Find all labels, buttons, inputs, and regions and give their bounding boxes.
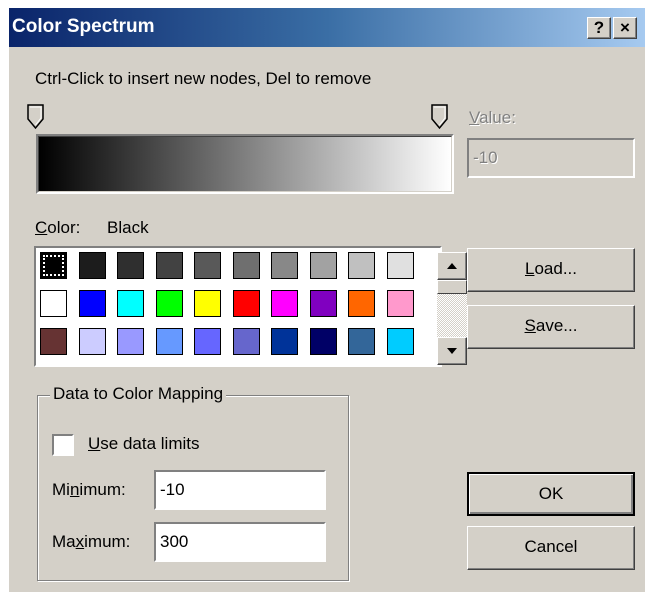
color-swatch[interactable] (40, 290, 67, 317)
color-swatch[interactable] (194, 290, 221, 317)
window-title: Color Spectrum (12, 16, 155, 37)
color-swatch[interactable] (309, 328, 337, 355)
end-node-marker-icon[interactable] (431, 104, 449, 130)
use-data-limits-label: Use data limits (88, 434, 200, 453)
color-swatch[interactable] (386, 290, 414, 317)
save-button[interactable]: Save... (467, 305, 635, 349)
minimum-field-text: -10 (160, 480, 185, 499)
load-button[interactable]: Load... (467, 248, 635, 292)
gradient-fill (38, 136, 452, 192)
color-swatch[interactable] (386, 328, 414, 355)
arrow-up-icon (447, 263, 457, 269)
color-swatch[interactable] (155, 290, 183, 317)
palette-scrollbar[interactable] (437, 252, 467, 365)
color-swatch[interactable] (117, 290, 144, 317)
color-swatch[interactable] (386, 252, 414, 279)
ok-button[interactable]: OK (467, 472, 635, 516)
color-swatch[interactable] (309, 290, 337, 317)
instructions-text: Ctrl-Click to insert new nodes, Del to r… (35, 69, 372, 88)
color-swatch[interactable] (232, 252, 260, 279)
color-swatch[interactable] (194, 328, 221, 355)
color-swatch[interactable] (194, 252, 221, 279)
color-swatch[interactable] (155, 252, 183, 279)
color-swatch[interactable] (348, 290, 375, 317)
color-swatch[interactable] (117, 328, 144, 355)
color-swatch[interactable] (40, 328, 67, 355)
color-swatch[interactable] (309, 252, 337, 279)
help-button[interactable]: ? (587, 17, 611, 39)
value-field[interactable]: -10 (467, 138, 635, 178)
value-field-text: -10 (473, 148, 498, 167)
arrow-down-icon (447, 348, 457, 354)
use-data-limits-checkbox[interactable] (52, 434, 74, 456)
color-name-value: Black (107, 218, 149, 237)
color-swatch[interactable] (348, 328, 375, 355)
value-label: Value: (469, 108, 516, 127)
maximum-field-text: 300 (160, 532, 189, 551)
color-palette-grid (34, 246, 467, 367)
group-title: Data to Color Mapping (50, 384, 227, 404)
minimum-label: Minimum: (52, 480, 126, 499)
title-bar[interactable]: Color Spectrum ? × (9, 8, 645, 47)
scroll-down-button[interactable] (437, 337, 467, 365)
start-node-marker-icon[interactable] (27, 104, 45, 130)
maximum-label: Maximum: (52, 532, 131, 551)
cancel-button[interactable]: Cancel (467, 526, 635, 570)
color-swatch[interactable] (78, 252, 106, 279)
close-button[interactable]: × (613, 17, 637, 39)
color-swatch[interactable] (78, 290, 106, 317)
color-swatch[interactable] (232, 290, 260, 317)
color-swatch[interactable] (40, 252, 67, 279)
color-label: Color: (35, 218, 81, 237)
color-swatch[interactable] (155, 328, 183, 355)
color-spectrum-dialog: Color Spectrum ? × Ctrl-Click to insert … (9, 8, 645, 592)
data-to-color-mapping-group: Data to Color Mapping Use data limits Mi… (37, 384, 349, 581)
color-swatch[interactable] (348, 252, 375, 279)
spectrum-gradient-bar[interactable] (36, 134, 454, 194)
color-swatch[interactable] (78, 328, 106, 355)
color-swatch[interactable] (271, 290, 298, 317)
color-swatch[interactable] (271, 328, 298, 355)
scroll-up-button[interactable] (437, 252, 467, 280)
minimum-field[interactable]: -10 (154, 470, 326, 510)
scroll-thumb[interactable] (437, 280, 467, 294)
maximum-field[interactable]: 300 (154, 522, 326, 562)
color-swatch[interactable] (271, 252, 298, 279)
color-swatch[interactable] (117, 252, 144, 279)
color-swatch[interactable] (232, 328, 260, 355)
